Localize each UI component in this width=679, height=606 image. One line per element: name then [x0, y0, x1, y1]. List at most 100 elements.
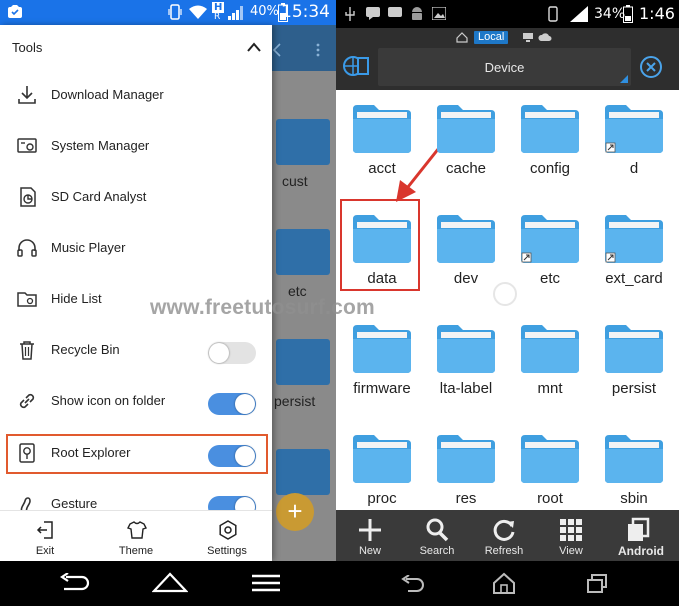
battery-percent: 34%: [594, 6, 626, 22]
new-button[interactable]: New: [336, 510, 404, 561]
folder-label: cache: [445, 160, 487, 177]
grid-view-icon: [560, 519, 582, 541]
search-button[interactable]: Search: [403, 510, 471, 561]
folder-icon: [521, 325, 579, 373]
folder-config[interactable]: config: [514, 94, 586, 198]
view-button[interactable]: View: [537, 510, 605, 561]
folder-label: acct: [368, 160, 396, 177]
background-fab-button: +: [276, 493, 314, 531]
system-manager-icon: [17, 138, 37, 153]
theme-button[interactable]: Theme: [91, 511, 181, 561]
path-dropdown[interactable]: Device: [378, 48, 631, 86]
roaming-indicator: R: [214, 12, 221, 22]
refresh-label: Refresh: [484, 545, 524, 557]
background-folder: [276, 119, 330, 165]
folder-grid: acct cache config d data dev etc ext_cardfirmwa…: [336, 90, 679, 510]
chevron-up-icon[interactable]: [244, 39, 264, 55]
new-label: New: [358, 545, 381, 557]
drawer-header-title: Tools: [12, 40, 43, 55]
folder-d[interactable]: d: [598, 94, 670, 198]
folder-icon: [353, 105, 411, 153]
back-nav-icon[interactable]: [58, 573, 92, 593]
drawer-item-download-manager[interactable]: Download Manager: [0, 71, 272, 122]
home-nav-icon[interactable]: [492, 572, 516, 594]
folder-label: lta-label: [439, 380, 493, 397]
drawer-item-label: Gesture: [51, 496, 98, 511]
android-label: Android: [618, 544, 664, 558]
usb-icon: [345, 7, 355, 21]
search-icon: [426, 518, 449, 542]
location-local-badge[interactable]: Local: [474, 31, 509, 44]
folder-icon: [521, 105, 579, 153]
drawer-item-system-manager[interactable]: System Manager: [0, 122, 272, 173]
chat-icon: [388, 7, 402, 17]
home-small-icon[interactable]: [456, 32, 468, 43]
background-app-dimmed: cust etc persist +: [272, 25, 336, 561]
status-clock: 1:46: [639, 4, 675, 23]
folder-acct[interactable]: acct: [346, 94, 418, 198]
show-icon-on-folder-toggle[interactable]: [208, 393, 256, 415]
folder-ext-card[interactable]: ext_card: [598, 204, 670, 308]
folder-label: persist: [611, 380, 657, 397]
wifi-icon: [189, 5, 207, 19]
vibrate-icon: [548, 6, 558, 22]
plus-icon: [359, 519, 381, 541]
folder-icon: [437, 215, 495, 263]
back-chevron-icon: [272, 43, 281, 57]
refresh-button[interactable]: Refresh: [470, 510, 538, 561]
folder-mnt[interactable]: mnt: [514, 314, 586, 418]
folder-label: mnt: [537, 380, 563, 397]
toggle-knob: [209, 343, 229, 363]
folder-persist[interactable]: persist: [598, 314, 670, 418]
menu-nav-icon[interactable]: [250, 574, 282, 592]
folder-label: res: [455, 490, 477, 507]
folder-label: data: [367, 270, 397, 287]
vibrate-icon: [168, 4, 182, 20]
folder-icon: [521, 435, 579, 483]
background-folder-label: cust: [282, 173, 308, 189]
settings-button[interactable]: Settings: [182, 511, 272, 561]
folder-icon: [437, 325, 495, 373]
overflow-menu-icon: [316, 43, 320, 57]
folder-label: d: [629, 160, 639, 177]
close-button[interactable]: [640, 56, 662, 78]
drawer-item-recycle-bin[interactable]: Recycle Bin: [0, 326, 272, 377]
drawer-item-label: Show icon on folder: [51, 393, 166, 408]
folder-label: firmware: [353, 380, 411, 397]
folder-data[interactable]: data: [346, 204, 418, 308]
image-icon: [432, 7, 446, 20]
recent-apps-nav-icon[interactable]: [586, 574, 608, 594]
recycle-bin-toggle[interactable]: [208, 342, 256, 364]
refresh-icon: [493, 519, 515, 541]
folder-lta-label[interactable]: lta-label: [430, 314, 502, 418]
folder-firmware[interactable]: firmware: [346, 314, 418, 418]
folder-dev[interactable]: dev: [430, 204, 502, 308]
folder-icon: [353, 325, 411, 373]
background-app-toolbar: [272, 25, 336, 71]
search-label: Search: [419, 545, 455, 557]
drawer-item-label: Recycle Bin: [51, 342, 120, 357]
status-clock: 15:34: [281, 2, 330, 22]
windows-switch-icon[interactable]: [342, 52, 370, 80]
trash-icon: [20, 341, 34, 360]
gear-icon: [219, 520, 237, 540]
drawer-item-music-player[interactable]: Music Player: [0, 224, 272, 275]
cloud-icon[interactable]: [538, 33, 552, 42]
back-nav-icon[interactable]: [400, 575, 426, 593]
network-icon[interactable]: [522, 32, 534, 43]
folder-icon: [521, 215, 579, 263]
folder-icon: [605, 435, 663, 483]
drawer-item-sd-card-analyst[interactable]: SD Card Analyst: [0, 173, 272, 224]
android-windows-button[interactable]: Android: [604, 510, 678, 561]
folder-label: sbin: [620, 490, 648, 507]
folder-icon: [353, 435, 411, 483]
folder-etc[interactable]: etc: [514, 204, 586, 308]
folder-cache[interactable]: cache: [430, 94, 502, 198]
android-icon: [412, 7, 422, 20]
status-bar-left: H R 40% 15:34: [0, 0, 336, 25]
drawer-item-show-icon-on-folder[interactable]: Show icon on folder: [0, 377, 272, 428]
home-nav-icon[interactable]: [152, 571, 188, 593]
watermark-text: www.freetutosurf.com: [150, 296, 375, 319]
signal-icon: [228, 6, 243, 20]
exit-button[interactable]: Exit: [0, 511, 90, 561]
